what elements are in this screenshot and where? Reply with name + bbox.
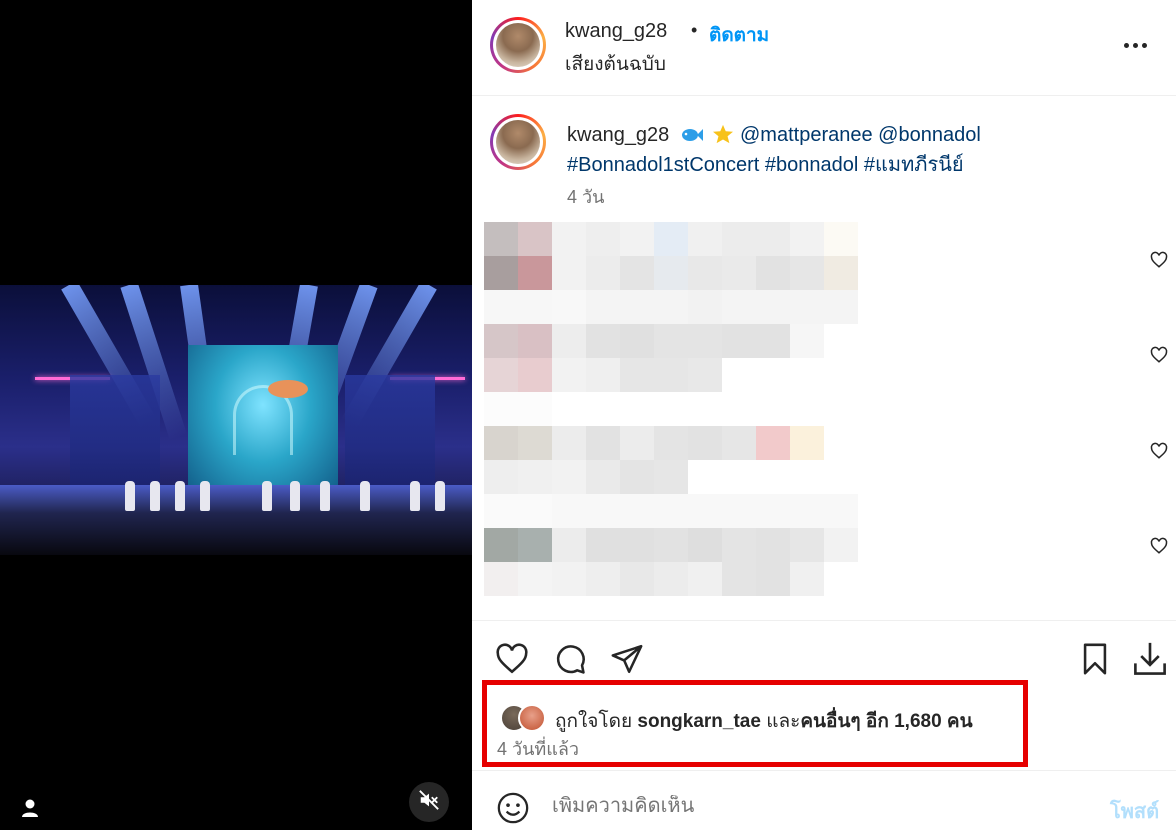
hashtag-link[interactable]: #แมทภีรนีย์ (864, 154, 964, 176)
dancer (262, 481, 272, 511)
share-button[interactable] (609, 641, 645, 677)
post-button[interactable]: โพสต์ (1110, 795, 1159, 827)
blurred-comment-row (484, 358, 864, 392)
blurred-comment-row (484, 290, 864, 324)
hashtag-link[interactable]: #Bonnadol1stConcert (567, 154, 759, 176)
fish-graphic (268, 380, 308, 398)
concert-video[interactable] (0, 285, 472, 555)
separator-dot: • (691, 20, 698, 40)
heart-icon (1150, 537, 1168, 554)
liker-username[interactable]: songkarn_tae (637, 711, 761, 732)
more-options-button[interactable] (1120, 30, 1150, 60)
likes-prefix: ถูกใจโดย (555, 711, 633, 732)
avatar[interactable] (490, 17, 546, 73)
post-time[interactable]: 4 วันที่แล้ว (497, 734, 579, 763)
comment-icon (556, 645, 585, 674)
dancer (360, 481, 370, 511)
blurred-comment-row (484, 562, 864, 596)
caption-avatar[interactable] (490, 114, 546, 170)
likes-summary: ถูกใจโดย songkarn_tae และคนอื่นๆ อีก 1,6… (555, 706, 973, 736)
led-screen (188, 345, 338, 495)
comment-bar: โพสต์ (472, 770, 1176, 830)
comment-like-button[interactable] (1150, 251, 1168, 269)
dancer (175, 481, 185, 511)
others-likes-link[interactable]: คนอื่นๆ อีก 1,680 คน (800, 711, 972, 732)
comment-like-button[interactable] (1150, 537, 1168, 555)
blurred-comment-row (484, 426, 864, 460)
more-horizontal-icon (1123, 42, 1129, 48)
download-button[interactable] (1132, 641, 1168, 677)
media-panel[interactable] (0, 0, 472, 830)
instagram-post-view: kwang_g28 • ติดตาม เสียงต้นฉบับ kwang_g2… (0, 0, 1176, 830)
blurred-comment-row (484, 324, 864, 358)
fish-emoji-icon (679, 125, 703, 152)
blurred-comment-row (484, 460, 864, 494)
dancer (290, 481, 300, 511)
dancer (150, 481, 160, 511)
heart-icon (1150, 442, 1168, 459)
download-icon (1134, 642, 1166, 675)
avatar (518, 704, 546, 732)
comment-input[interactable] (552, 795, 1072, 818)
star-emoji-icon (712, 124, 734, 152)
heart-icon (1150, 251, 1168, 268)
liker-avatars[interactable] (500, 704, 550, 734)
hashtag-link[interactable]: #bonnadol (765, 154, 858, 176)
heart-icon (496, 643, 528, 674)
user-icon[interactable] (20, 798, 40, 818)
like-button[interactable] (494, 641, 530, 677)
heart-icon (1150, 346, 1168, 363)
mute-button[interactable] (409, 782, 449, 822)
dancer (410, 481, 420, 511)
action-bar: ถูกใจโดย songkarn_tae และคนอื่นๆ อีก 1,6… (472, 620, 1176, 770)
post-header: kwang_g28 • ติดตาม เสียงต้นฉบับ (472, 0, 1176, 96)
dancer (320, 481, 330, 511)
audio-label[interactable]: เสียงต้นฉบับ (565, 49, 666, 79)
blurred-comment-row (484, 222, 864, 256)
mention-link[interactable]: @bonnadol (878, 124, 981, 146)
likes-highlight-box: ถูกใจโดย songkarn_tae และคนอื่นๆ อีก 1,6… (482, 680, 1028, 767)
dancer (435, 481, 445, 511)
comment-like-button[interactable] (1150, 346, 1168, 364)
bookmark-icon (1083, 643, 1107, 675)
blurred-comment-row (484, 494, 864, 528)
comment-button[interactable] (552, 641, 588, 677)
stage-floor (0, 485, 472, 555)
blurred-comment-row (484, 392, 864, 426)
caption-username[interactable]: kwang_g28 (567, 124, 669, 146)
follow-button[interactable]: ติดตาม (709, 20, 769, 50)
comment-like-button[interactable] (1150, 442, 1168, 460)
header-username[interactable]: kwang_g28 (565, 20, 667, 43)
mention-link[interactable]: @mattperanee (740, 124, 873, 146)
save-button[interactable] (1077, 641, 1113, 677)
post-details-panel: kwang_g28 • ติดตาม เสียงต้นฉบับ kwang_g2… (472, 0, 1176, 830)
emoji-button[interactable] (496, 791, 530, 825)
send-icon (611, 644, 643, 674)
blurred-comment-row (484, 528, 864, 562)
caption-text: kwang_g28 @mattperanee @bonnadol #Bonnad… (567, 122, 1127, 179)
dancer (200, 481, 210, 511)
caption-time[interactable]: 4 วัน (567, 182, 604, 211)
comments-list-blurred (484, 222, 864, 596)
smiley-icon (497, 792, 529, 824)
dancer (125, 481, 135, 511)
speaker-muted-icon (418, 789, 440, 816)
blurred-comment-row (484, 256, 864, 290)
likes-conjunction: และ (766, 711, 801, 732)
